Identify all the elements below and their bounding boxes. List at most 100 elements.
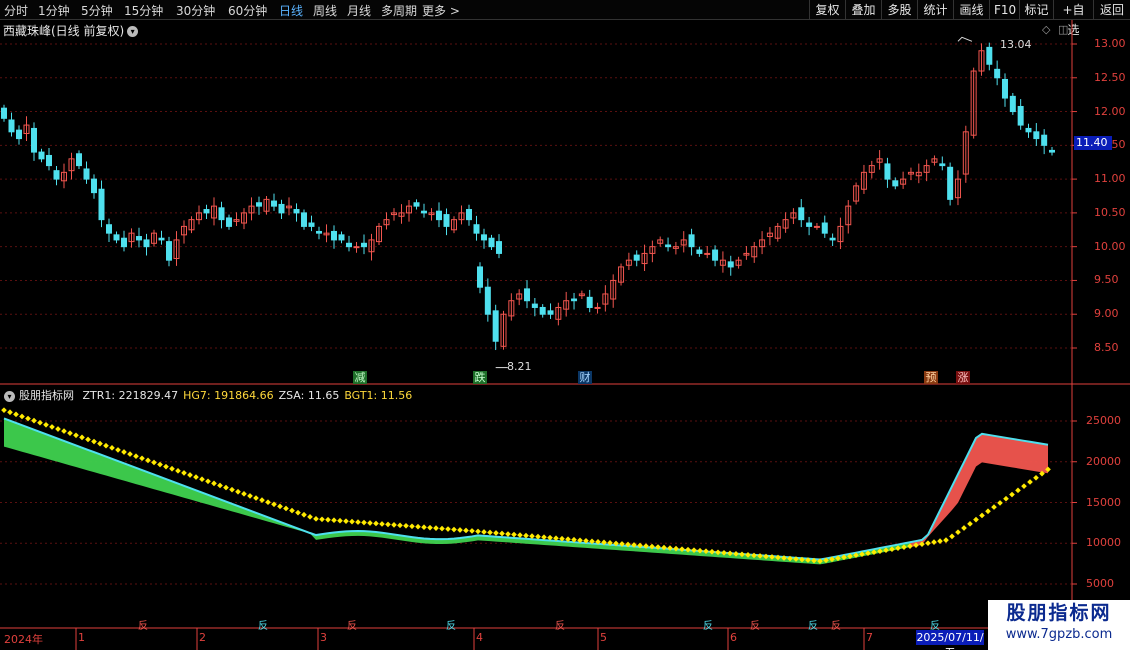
candle-body (477, 266, 483, 288)
candle-body (531, 303, 538, 308)
candle-body (83, 168, 90, 180)
indicator-dot (253, 495, 259, 501)
candlestick-series (1, 42, 1055, 351)
candle-body (665, 244, 672, 248)
high-price-label: 13.04 (1000, 38, 1032, 51)
candle-body (1001, 78, 1008, 99)
event-tag-finance[interactable]: 财 (578, 371, 592, 384)
event-tag-rise[interactable]: 涨 (956, 371, 970, 384)
indicator-dot (319, 516, 325, 523)
candle-body (884, 163, 891, 180)
price-tick-label: 11.00 (1094, 172, 1126, 186)
candle-body (496, 241, 502, 254)
price-tick-label: 9.00 (1094, 307, 1119, 321)
candle-body (586, 296, 593, 308)
indicator-dot (127, 451, 133, 457)
indicator-dot (157, 461, 163, 468)
indicator-dot (43, 421, 49, 428)
candle-body (436, 210, 442, 221)
signal-marker: 反 (703, 621, 713, 632)
candle-body (46, 154, 52, 167)
price-tick-label: 8.50 (1094, 341, 1119, 354)
indicator-dot (931, 539, 937, 545)
high-pointer (957, 36, 973, 42)
indicator-dot (265, 499, 271, 506)
candle-body (798, 207, 805, 221)
candle-body (688, 234, 695, 248)
event-tag-forecast[interactable]: 预 (924, 371, 938, 384)
indicator-dot (73, 432, 79, 439)
indicator-dot (103, 442, 109, 449)
candle-body (316, 230, 322, 234)
indicator-dot (457, 527, 463, 533)
candle-body (947, 166, 954, 200)
indicator-dot (379, 521, 385, 527)
indicator-value: HG7: 191864.66 (183, 389, 274, 402)
candle-body (488, 237, 495, 248)
candle-body (91, 178, 97, 194)
candle-body (8, 119, 15, 133)
indicator-dot (451, 526, 457, 533)
price-tick-label: 10.00 (1094, 239, 1126, 253)
indicator-dot (373, 520, 379, 527)
indicator-dot (7, 409, 13, 416)
indicator-series (1, 407, 1051, 565)
price-tick-label: 10.50 (1094, 205, 1126, 219)
candle-body (226, 217, 232, 227)
signal-marker: 反 (930, 621, 940, 632)
indicator-dot (427, 524, 433, 531)
indicator-dot (199, 476, 205, 483)
candle-body (293, 209, 300, 214)
indicator-dot (439, 525, 445, 532)
price-tick-label: 12.00 (1094, 104, 1126, 118)
main-grid (0, 43, 1077, 349)
candle-body (331, 230, 337, 241)
event-tag-drop[interactable]: 跌 (473, 371, 487, 384)
candle-body (143, 239, 150, 248)
indicator-dot (55, 426, 61, 432)
indicator-dot (61, 428, 67, 434)
indicator-dot (229, 486, 235, 493)
low-price-label: 8.21 (507, 360, 532, 373)
indicator-dot (397, 522, 403, 529)
chevron-down-icon[interactable]: ▾ (4, 390, 15, 402)
signal-marker: 反 (555, 621, 565, 632)
candle-body (338, 234, 345, 241)
candle-body (271, 200, 277, 207)
indicator-dot (301, 511, 307, 518)
indicator-dot (949, 533, 955, 540)
candle-body (633, 254, 640, 261)
indicator-dot (211, 480, 217, 487)
candle-body (308, 222, 315, 227)
candle-body (813, 225, 820, 228)
event-tag-reduce[interactable]: 减 (353, 371, 367, 384)
candle-body (1041, 134, 1048, 146)
time-tick-label: 2 (199, 631, 206, 644)
cursor-date-label: 2025/07/11/五 (916, 630, 984, 650)
candle-body (76, 153, 82, 167)
indicator-dot (1, 407, 7, 413)
indicator-dot (247, 493, 253, 499)
indicator-dot (475, 528, 481, 535)
signal-marker: 反 (831, 621, 841, 632)
indicator-dot (139, 455, 145, 462)
indicator-dot (403, 522, 409, 529)
indicator-dot (997, 500, 1003, 506)
candle-body (106, 224, 112, 234)
price-tick-label: 9.50 (1094, 273, 1119, 287)
candle-body (346, 242, 352, 248)
candle-body (278, 203, 285, 214)
indicator-dot (187, 472, 193, 478)
indicator-dot (433, 525, 439, 531)
signal-marker: 反 (750, 621, 760, 632)
time-tick-label: 2024年 (4, 633, 43, 646)
signal-marker: 反 (347, 621, 357, 632)
chart-canvas[interactable] (0, 0, 1130, 650)
candle-body (413, 202, 420, 207)
indicator-dot (289, 507, 295, 514)
indicator-tick-label: 25000 (1086, 414, 1121, 427)
time-tick-label: 3 (320, 631, 327, 644)
candle-body (539, 306, 546, 315)
indicator-dot (1021, 483, 1027, 489)
indicator-band-green (4, 418, 910, 565)
